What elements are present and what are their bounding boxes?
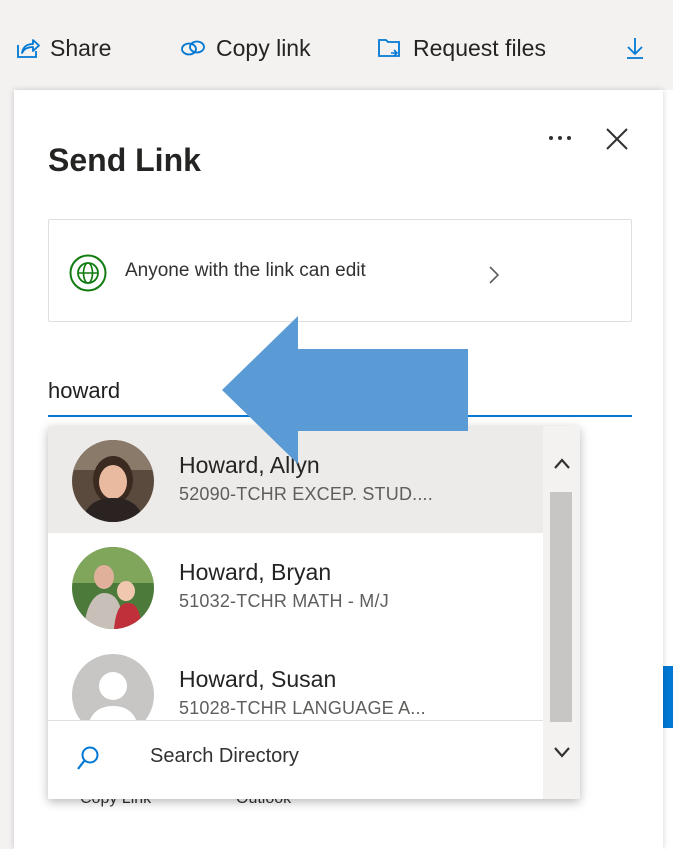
share-icon: [17, 39, 40, 58]
link-permission-text: Anyone with the link can edit: [125, 260, 366, 281]
person-department: 51032-TCHR MATH - M/J: [179, 591, 389, 611]
people-suggestions: Howard, Allyn 52090-TCHR EXCEP. STUD....…: [48, 426, 580, 799]
chevron-up-icon[interactable]: [552, 456, 572, 472]
person-name: Howard, Susan: [179, 666, 337, 692]
request-files-label: Request files: [413, 34, 546, 61]
copy-link-label: Copy link: [216, 34, 311, 61]
avatar: [72, 440, 154, 522]
person-department: 51028-TCHR LANGUAGE A...: [179, 698, 426, 718]
folder-request-icon: [378, 39, 400, 57]
dot: [567, 136, 571, 140]
link-settings-button[interactable]: Anyone with the link can edit: [48, 219, 632, 322]
suggestion-item[interactable]: Howard, Susan 51028-TCHR LANGUAGE A...: [48, 640, 543, 736]
scrollbar[interactable]: [543, 426, 580, 799]
search-directory-label: Search Directory: [150, 745, 299, 767]
chevron-right-icon: [489, 266, 500, 284]
search-icon: [77, 746, 99, 770]
more-options-button[interactable]: [540, 124, 580, 152]
globe-icon: [69, 254, 107, 292]
search-directory-button[interactable]: Search Directory: [48, 721, 543, 799]
person-department: 52090-TCHR EXCEP. STUD....: [179, 484, 433, 504]
dot: [549, 136, 553, 140]
suggestion-item[interactable]: Howard, Bryan 51032-TCHR MATH - M/J: [48, 533, 543, 640]
close-icon[interactable]: [602, 124, 632, 154]
command-bar: Share Copy link Request files: [0, 0, 673, 90]
download-button[interactable]: [624, 28, 656, 68]
share-label: Share: [50, 34, 112, 61]
chevron-down-icon[interactable]: [552, 744, 572, 760]
person-name: Howard, Bryan: [179, 559, 332, 585]
link-icon: [181, 40, 205, 56]
background-page: [663, 90, 673, 849]
dialog-title: Send Link: [48, 142, 201, 178]
dot: [558, 136, 562, 140]
request-files-button[interactable]: Request files: [377, 28, 546, 68]
download-icon: [627, 38, 643, 59]
avatar: [72, 547, 154, 629]
annotation-arrow-icon: [222, 316, 468, 464]
scrollbar-thumb[interactable]: [550, 492, 572, 722]
share-button[interactable]: Share: [16, 28, 111, 68]
copy-link-button[interactable]: Copy link: [180, 28, 311, 68]
background-send-button: [663, 666, 673, 728]
